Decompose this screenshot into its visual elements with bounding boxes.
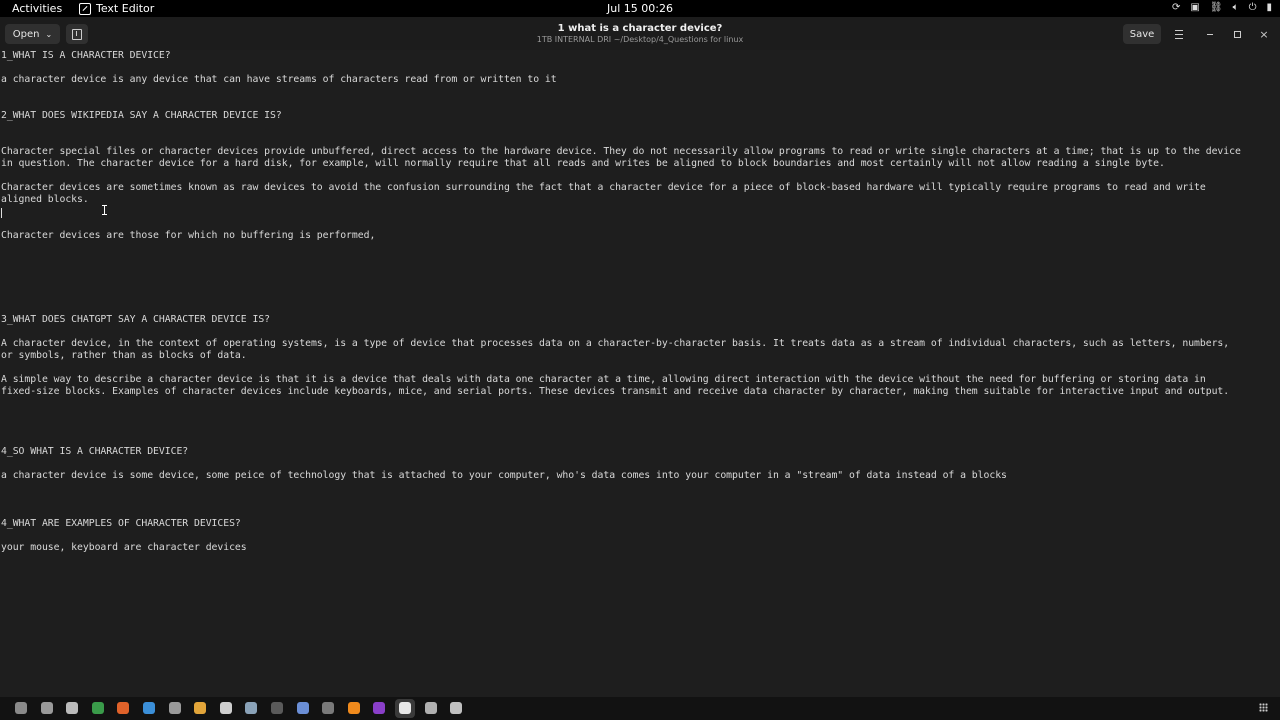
top-bar: Activities Text Editor Jul 15 00:26 ⟳ ▣ … [0, 0, 1280, 17]
document-title: 1 what is a character device? [557, 23, 723, 34]
save-button[interactable]: Save [1123, 24, 1161, 44]
editor-line[interactable]: Character devices are sometimes known as… [1, 182, 1206, 194]
editor-line[interactable]: your mouse, keyboard are character devic… [1, 542, 247, 554]
editor-line[interactable]: Character special files or character dev… [1, 146, 1241, 158]
system-tray[interactable]: ⟳ ▣ ⛓ 🔈︎ ⏻ ▮ [1172, 2, 1272, 13]
vscode-icon[interactable] [143, 702, 155, 714]
editor-line[interactable]: A character device, in the context of op… [1, 338, 1229, 350]
editor-line[interactable]: 3_WHAT DOES CHATGPT SAY A CHARACTER DEVI… [1, 314, 270, 326]
editor-line[interactable]: aligned blocks. [1, 194, 89, 206]
network-icon[interactable]: ⛓ [1210, 2, 1223, 13]
maximize-icon [1233, 30, 1241, 38]
editor-line[interactable]: 4_SO WHAT IS A CHARACTER DEVICE? [1, 446, 188, 458]
chrome-icon[interactable] [91, 702, 104, 714]
app-menu[interactable]: Text Editor [79, 2, 154, 15]
minimize-button[interactable] [1202, 26, 1218, 42]
screenshot-tool-icon[interactable] [15, 702, 27, 714]
app-purple-icon[interactable] [373, 702, 386, 714]
editor-line[interactable]: 2_WHAT DOES WIKIPEDIA SAY A CHARACTER DE… [1, 110, 282, 122]
sublime-icon[interactable] [194, 702, 207, 714]
browser-icon[interactable] [296, 702, 309, 714]
open-label: Open [12, 28, 40, 40]
title-block: 1 what is a character device? 1TB INTERN… [0, 23, 1280, 44]
terminal-icon[interactable] [271, 702, 283, 714]
editor-line[interactable]: a character device is some device, some … [1, 470, 1007, 482]
open-button[interactable]: Open ⌄ [5, 24, 60, 44]
text-editor-area[interactable]: 1_WHAT IS A CHARACTER DEVICE? a characte… [0, 50, 1280, 697]
document-viewer-icon[interactable] [66, 702, 79, 714]
gear-app-icon[interactable] [219, 702, 232, 714]
editor-line[interactable]: A simple way to describe a character dev… [1, 374, 1206, 386]
new-document-button[interactable] [66, 24, 88, 44]
clock[interactable]: Jul 15 00:26 [0, 2, 1280, 15]
volume-icon[interactable]: 🔈︎ [1233, 2, 1239, 13]
text-editor-icon [79, 2, 91, 15]
editor-line[interactable]: in question. The character device for a … [1, 158, 1165, 170]
text-editor-icon[interactable] [399, 702, 411, 714]
settings-icon[interactable] [168, 702, 181, 714]
show-apps-icon[interactable] [1259, 703, 1268, 712]
dock [0, 697, 1280, 720]
game-icon[interactable] [322, 702, 335, 714]
firefox-icon[interactable] [117, 702, 130, 714]
vlc-icon[interactable] [347, 702, 360, 714]
mouse-ibeam-cursor [102, 205, 107, 215]
notes-icon[interactable] [424, 702, 437, 714]
main-menu-button[interactable] [1171, 26, 1187, 42]
chevron-down-icon: ⌄ [45, 29, 53, 39]
document-path: 1TB INTERNAL DRI ~/Desktop/4_Questions f… [536, 35, 744, 44]
editor-line[interactable]: or symbols, rather than as blocks of dat… [1, 350, 247, 362]
app-name-label: Text Editor [96, 2, 155, 15]
minimize-icon [1207, 33, 1213, 35]
files-icon[interactable] [40, 702, 53, 714]
screenshot-icon[interactable]: ▣ [1190, 2, 1199, 13]
battery-icon[interactable]: ▮ [1266, 2, 1272, 13]
update-icon[interactable]: ⟳ [1172, 2, 1180, 13]
network-tool-icon[interactable] [245, 702, 258, 714]
power-icon[interactable]: ⏻ [1249, 2, 1257, 13]
editor-line[interactable]: fixed-size blocks. Examples of character… [1, 386, 1229, 398]
maximize-button[interactable] [1229, 26, 1245, 42]
header-bar: Open ⌄ 1 what is a character device? 1TB… [0, 17, 1280, 51]
editor-line[interactable]: 4_WHAT ARE EXAMPLES OF CHARACTER DEVICES… [1, 518, 241, 530]
close-icon: × [1259, 27, 1269, 41]
editor-line[interactable]: Character devices are those for which no… [1, 230, 375, 242]
activities-button[interactable]: Activities [12, 2, 62, 15]
editor-line[interactable]: a character device is any device that ca… [1, 74, 557, 86]
close-button[interactable]: × [1256, 26, 1272, 42]
archive-icon[interactable] [450, 702, 463, 714]
new-document-icon [72, 28, 82, 40]
text-caret [1, 208, 2, 218]
hamburger-menu-icon [1175, 29, 1183, 39]
editor-line[interactable]: 1_WHAT IS A CHARACTER DEVICE? [1, 50, 171, 62]
